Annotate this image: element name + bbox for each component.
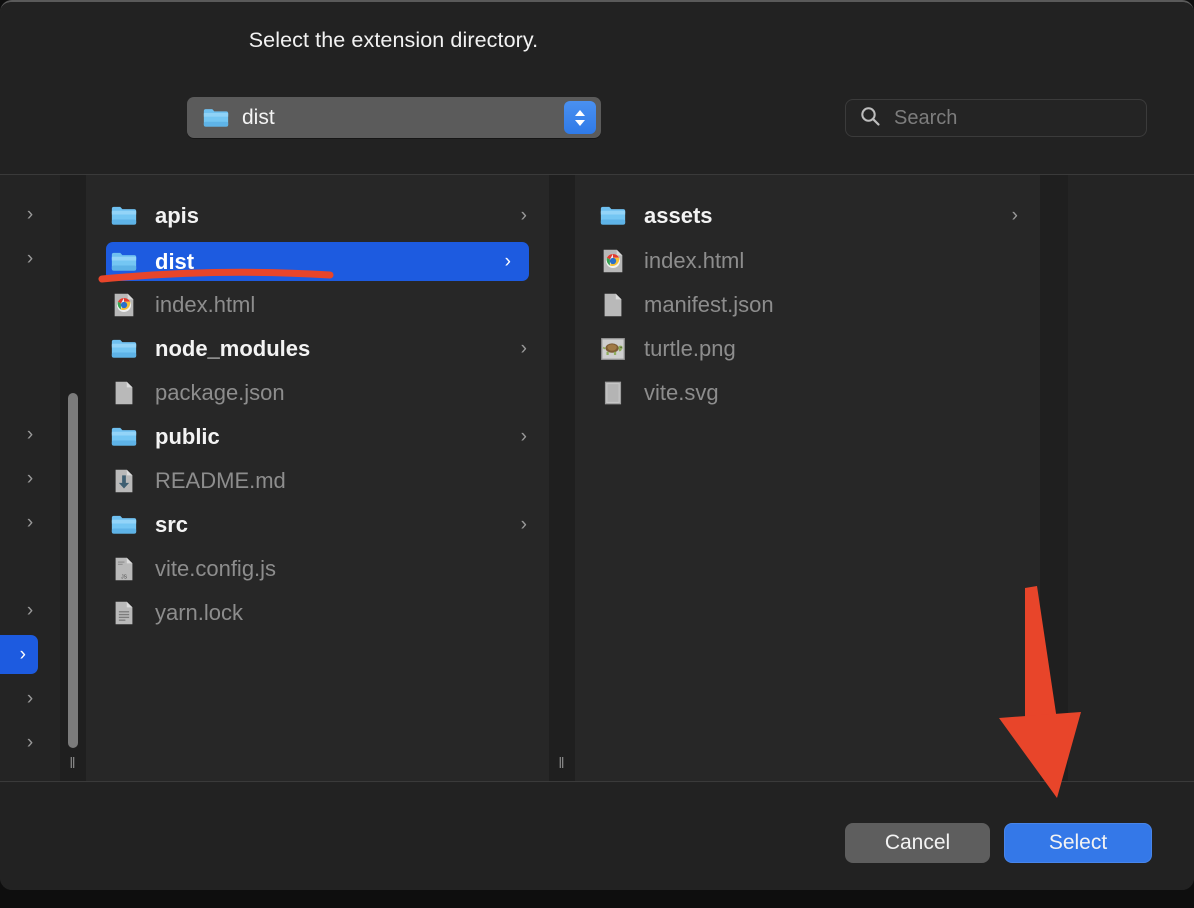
chevron-right-icon: ›	[520, 338, 527, 359]
list-item[interactable]: assets ›	[575, 196, 1040, 235]
search-placeholder: Search	[894, 106, 958, 129]
list-item[interactable]: ›	[0, 503, 60, 542]
list-item-label: index.html	[155, 291, 256, 317]
list-item-label: dist	[155, 248, 195, 274]
list-item-label: public	[155, 423, 220, 449]
column-resize-grip[interactable]: ‖	[558, 756, 565, 771]
list-item-label: manifest.json	[644, 291, 774, 317]
markdown-doc-icon	[110, 467, 138, 495]
path-popup-button[interactable]: dist	[187, 97, 601, 138]
chevron-right-icon: ›	[26, 687, 34, 709]
list-item[interactable]: ›	[0, 415, 60, 454]
folder-icon	[202, 104, 230, 132]
vertical-scrollbar[interactable]	[66, 175, 80, 759]
list-item[interactable]: manifest.json	[575, 285, 1040, 324]
chevron-right-icon: ›	[26, 511, 34, 533]
select-button[interactable]: Select	[1004, 823, 1152, 863]
chevron-right-icon: ›	[26, 423, 34, 445]
list-item-label: vite.svg	[644, 379, 719, 405]
browser-column-three[interactable]	[1068, 175, 1194, 781]
chevron-right-icon: ›	[1011, 205, 1018, 226]
svg-image-icon	[599, 379, 627, 407]
folder-icon	[599, 202, 627, 230]
list-item[interactable]: src ›	[86, 505, 549, 544]
dialog-footer: Cancel Select	[0, 783, 1194, 890]
list-item-selected[interactable]: ›	[0, 635, 38, 674]
dialog-header: Select the extension directory. dist Sea…	[0, 2, 1194, 174]
column-browser: › › › › › › › › › ‖ apis › dist › index.html	[0, 174, 1194, 782]
column-divider-3[interactable]	[1040, 175, 1066, 781]
list-item-label: turtle.png	[644, 335, 736, 361]
list-item[interactable]: JS vite.config.js	[86, 549, 549, 588]
list-item[interactable]: dist ›	[106, 242, 529, 281]
chevron-right-icon: ›	[26, 203, 34, 225]
file-picker-dialog: Select the extension directory. dist Sea…	[0, 0, 1194, 890]
folder-icon	[110, 335, 138, 363]
text-doc-icon	[110, 599, 138, 627]
list-item[interactable]: index.html	[86, 285, 549, 324]
blank-doc-icon	[110, 379, 138, 407]
list-item-label: assets	[644, 202, 713, 228]
column-divider-2[interactable]: ‖	[549, 175, 575, 781]
cancel-button[interactable]: Cancel	[845, 823, 990, 863]
folder-icon	[110, 423, 138, 451]
list-item[interactable]: node_modules ›	[86, 329, 549, 368]
turtle-image-icon	[599, 335, 627, 363]
chrome-doc-icon	[110, 291, 138, 319]
search-input[interactable]: Search	[845, 99, 1147, 137]
chevron-right-icon: ›	[26, 467, 34, 489]
list-item-label: vite.config.js	[155, 555, 277, 581]
list-item-label: node_modules	[155, 335, 311, 361]
folder-icon	[110, 202, 138, 230]
up-down-chevrons-icon[interactable]	[564, 101, 596, 134]
browser-column-one[interactable]: apis › dist › index.html node_modules › pac…	[86, 175, 549, 781]
chevron-right-icon: ›	[520, 514, 527, 535]
chevron-right-icon: ›	[520, 205, 527, 226]
list-item[interactable]: apis ›	[86, 196, 549, 235]
list-item-label: README.md	[155, 467, 286, 493]
chevron-right-icon: ›	[19, 643, 26, 665]
chevron-right-icon: ›	[520, 426, 527, 447]
browser-column-two[interactable]: assets › index.html manifest.json turtle.…	[575, 175, 1040, 781]
list-item[interactable]: ›	[0, 679, 60, 718]
list-item[interactable]: index.html	[575, 241, 1040, 280]
list-item[interactable]: turtle.png	[575, 329, 1040, 368]
chevron-right-icon: ›	[26, 599, 34, 621]
list-item[interactable]: README.md	[86, 461, 549, 500]
folder-icon	[110, 248, 138, 276]
list-item-label: apis	[155, 202, 200, 228]
list-item[interactable]: public ›	[86, 417, 549, 456]
list-item[interactable]: package.json	[86, 373, 549, 412]
scrollbar-thumb[interactable]	[68, 393, 78, 748]
chevron-right-icon: ›	[26, 247, 34, 269]
chevron-right-icon: ›	[504, 251, 511, 272]
list-item-label: package.json	[155, 379, 285, 405]
page-title: Select the extension directory.	[248, 28, 539, 52]
list-item[interactable]: ›	[0, 239, 60, 278]
list-item-label: yarn.lock	[155, 599, 244, 625]
list-item[interactable]: ›	[0, 723, 60, 762]
list-item[interactable]: ›	[0, 195, 60, 234]
list-item[interactable]: ›	[0, 459, 60, 498]
js-doc-icon: JS	[110, 555, 138, 583]
folder-icon	[110, 511, 138, 539]
search-icon	[859, 105, 881, 132]
path-popup-value: dist	[242, 105, 275, 129]
list-item[interactable]: ›	[0, 591, 60, 630]
list-item[interactable]: vite.svg	[575, 373, 1040, 412]
list-item-label: index.html	[644, 247, 745, 273]
list-item[interactable]: yarn.lock	[86, 593, 549, 632]
browser-column-previous[interactable]: › › › › › › › › ›	[0, 175, 60, 781]
blank-doc-icon	[599, 291, 627, 319]
list-item-label: src	[155, 511, 189, 537]
chevron-right-icon: ›	[26, 731, 34, 753]
chrome-doc-icon	[599, 247, 627, 275]
svg-text:JS: JS	[121, 574, 128, 580]
